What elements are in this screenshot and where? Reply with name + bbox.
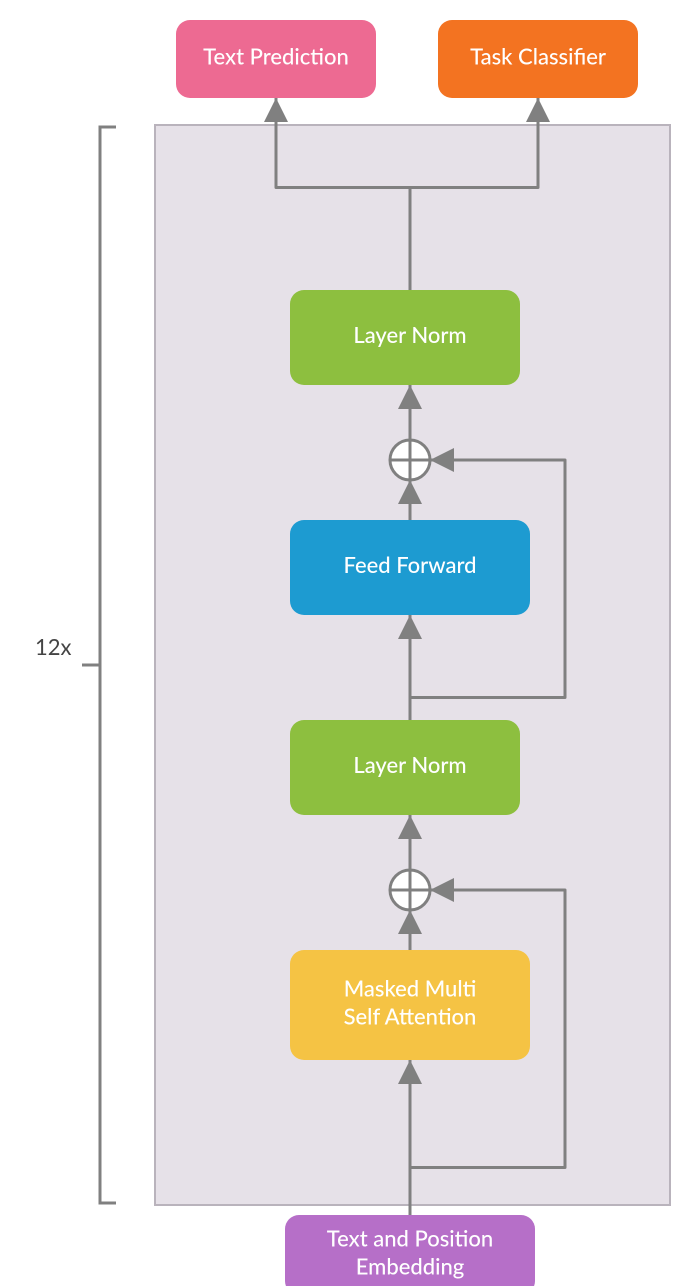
feed-forward-label: Feed Forward xyxy=(344,551,477,578)
architecture-diagram: 12x Text Prediction Task Classifier Layer N… xyxy=(0,0,685,1286)
task-classifier-label: Task Classifier xyxy=(470,43,606,70)
embed-label-1: Text and Position xyxy=(327,1225,493,1252)
layer-norm-top-label: Layer Norm xyxy=(353,321,466,348)
embed-label-2: Embedding xyxy=(356,1253,465,1280)
mmsa-label-1: Masked Multi xyxy=(344,975,477,1002)
mmsa-label-2: Self Attention xyxy=(344,1003,477,1030)
text-prediction-label: Text Prediction xyxy=(203,43,349,70)
repeat-count-label: 12x xyxy=(35,633,72,660)
add-op-bottom xyxy=(390,870,430,910)
layer-norm-bottom-label: Layer Norm xyxy=(353,751,466,778)
add-op-top xyxy=(390,440,430,480)
repeat-bracket xyxy=(100,127,116,1203)
